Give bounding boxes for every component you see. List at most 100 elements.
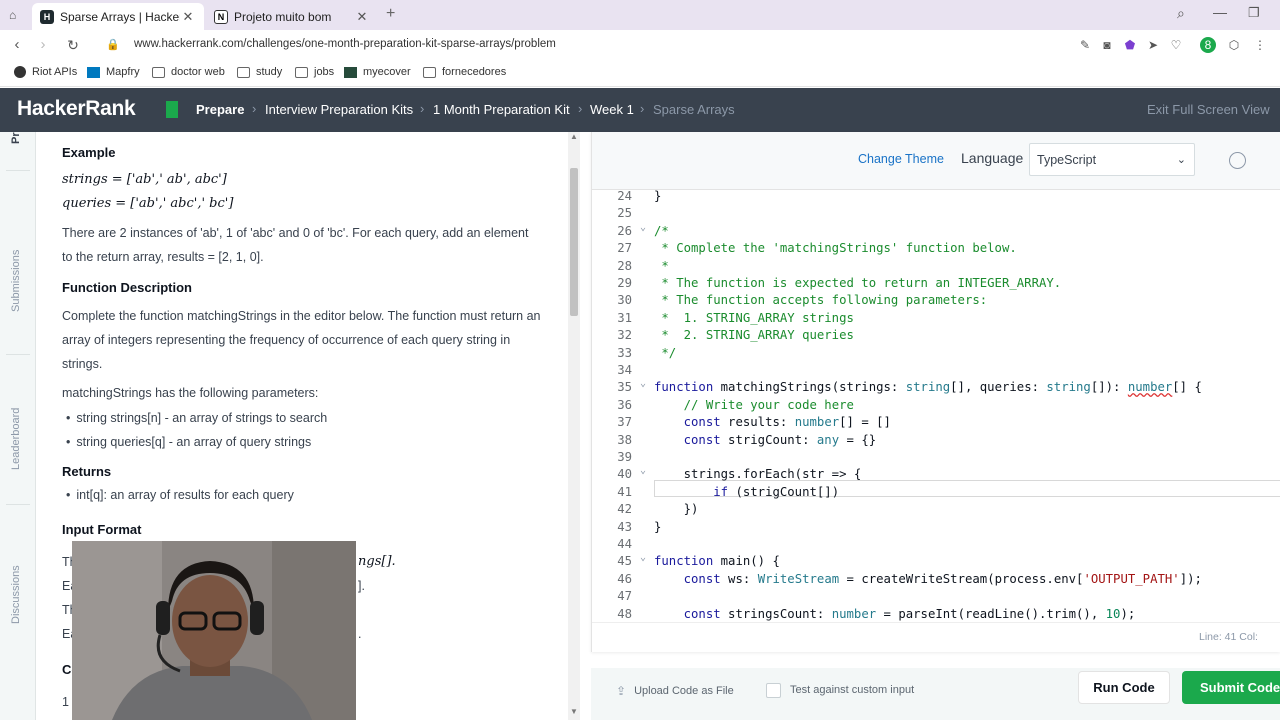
- line-number: 24: [617, 190, 632, 203]
- upload-code-link[interactable]: ⇪ Upload Code as File: [616, 684, 734, 698]
- strings-equation: strings = ['ab',' ab', abc']: [62, 172, 227, 187]
- fold-chevron-icon[interactable]: ⌄: [640, 378, 646, 389]
- fold-chevron-icon[interactable]: ⌄: [640, 222, 646, 233]
- upload-label: Upload Code as File: [634, 685, 734, 697]
- code-line[interactable]: }: [654, 520, 661, 534]
- url-input[interactable]: www.hackerrank.com/challenges/one-month-…: [134, 38, 556, 50]
- tab-projeto[interactable]: N Projeto muito bom ✕: [206, 3, 378, 30]
- extension-badge-icon[interactable]: 8: [1200, 37, 1216, 53]
- change-theme-link[interactable]: Change Theme: [858, 152, 944, 166]
- restore-icon[interactable]: ❐: [1248, 5, 1260, 21]
- forward-icon[interactable]: ›: [34, 36, 52, 54]
- line-number: 46: [617, 571, 632, 586]
- menu-icon[interactable]: ⋮: [1252, 37, 1268, 53]
- line-number: 33: [617, 345, 632, 360]
- custom-input-checkbox[interactable]: [766, 683, 781, 698]
- scrollbar-thumb[interactable]: [570, 168, 578, 316]
- close-tab-icon[interactable]: ✕: [354, 9, 370, 25]
- code-line[interactable]: }: [654, 190, 661, 203]
- code-line[interactable]: * 1. STRING_ARRAY strings: [654, 311, 854, 325]
- shield-icon[interactable]: ⬟: [1122, 37, 1138, 53]
- heart-icon[interactable]: ♡: [1168, 37, 1184, 53]
- function-description-heading: Function Description: [62, 280, 192, 295]
- line-number: 43: [617, 519, 632, 534]
- divider: [6, 170, 30, 171]
- run-code-button[interactable]: Run Code: [1078, 671, 1170, 704]
- scroll-down-icon[interactable]: ▼: [570, 707, 578, 716]
- exit-full-screen-link[interactable]: Exit Full Screen View: [1147, 102, 1270, 117]
- hackerrank-favicon-icon: H: [40, 9, 54, 24]
- trello-icon: [87, 66, 100, 78]
- code-line[interactable]: const strigCount: any = {}: [654, 433, 877, 447]
- history-icon[interactable]: [1229, 152, 1246, 169]
- instances-text-cont: to the return array, results = [2, 1, 0]…: [62, 250, 264, 264]
- bookmark-study[interactable]: study: [237, 66, 282, 78]
- search-tabs-icon[interactable]: ⌕: [1177, 5, 1185, 22]
- bookmark-riot-apis[interactable]: Riot APIs: [14, 66, 77, 78]
- breadcrumb-interview-kits[interactable]: Interview Preparation Kits: [265, 102, 413, 117]
- tab-discussions[interactable]: Discussions: [10, 565, 22, 624]
- line-number: 35: [617, 380, 632, 395]
- editor-status: Line: 41 Col:: [592, 622, 1280, 650]
- tab-title: Sparse Arrays | HackerRank: [60, 9, 180, 24]
- line-number: 36: [617, 397, 632, 412]
- tab-title: Projeto muito bom: [234, 9, 332, 24]
- hackerrank-logo[interactable]: HackerRank: [17, 97, 136, 121]
- line-number: 30: [617, 293, 632, 308]
- language-value: TypeScript: [1037, 153, 1097, 167]
- breadcrumb-week[interactable]: Week 1: [590, 102, 634, 117]
- bookmark-myecover[interactable]: myecover: [344, 66, 411, 78]
- divider: [6, 504, 30, 505]
- line-number: 34: [617, 363, 632, 377]
- edit-icon[interactable]: ✎: [1077, 37, 1093, 53]
- custom-input-label[interactable]: Test against custom input: [790, 684, 914, 696]
- new-tab-icon[interactable]: +: [386, 5, 395, 23]
- problem-scrollbar[interactable]: ▲ ▼: [568, 132, 580, 720]
- code-line[interactable]: strings.forEach(str => {: [654, 467, 862, 481]
- code-area[interactable]: 24} 25 26 ⌄ /* 27 * Complete the 'matchingStr…: [592, 190, 1280, 622]
- code-line[interactable]: if (strigCount[]): [654, 485, 839, 499]
- submit-code-button[interactable]: Submit Code: [1182, 671, 1280, 704]
- cube-icon[interactable]: ⬡: [1226, 37, 1242, 53]
- param-item: string strings[n] - an array of strings …: [66, 411, 327, 425]
- code-line[interactable]: /*: [654, 224, 669, 238]
- code-line[interactable]: const stringsCount: number = parseInt(re…: [654, 607, 1136, 621]
- bookmark-fornecedores[interactable]: fornecedores: [423, 66, 506, 78]
- camera-icon[interactable]: ◙: [1099, 37, 1115, 53]
- example-heading: Example: [62, 145, 116, 160]
- breadcrumb-month-kit[interactable]: 1 Month Preparation Kit: [433, 102, 570, 117]
- code-line[interactable]: function matchingStrings(strings: string…: [654, 380, 1202, 394]
- tab-submissions[interactable]: Submissions: [10, 250, 22, 312]
- code-line[interactable]: const ws: WriteStream = createWriteStrea…: [654, 572, 1202, 586]
- bookmark-mapfry[interactable]: Mapfry: [87, 66, 140, 78]
- line-number: 28: [617, 258, 632, 273]
- code-line[interactable]: * Complete the 'matchingStrings' functio…: [654, 241, 1016, 255]
- code-line[interactable]: }): [654, 502, 699, 516]
- code-line[interactable]: * The function accepts following paramet…: [654, 293, 987, 307]
- address-bar: ‹ › ↻ 🔒 www.hackerrank.com/challenges/on…: [0, 30, 1280, 60]
- breadcrumb-prepare[interactable]: Prepare: [196, 102, 244, 117]
- tab-leaderboard[interactable]: Leaderboard: [10, 408, 22, 470]
- input-format-right: .: [358, 627, 362, 641]
- browser-workspaces-icon[interactable]: ⌂: [9, 8, 16, 22]
- close-tab-icon[interactable]: ✕: [180, 9, 196, 25]
- language-select[interactable]: TypeScript ⌄: [1029, 143, 1195, 176]
- send-icon[interactable]: ➤: [1145, 37, 1161, 53]
- code-line[interactable]: * The function is expected to return an …: [654, 276, 1061, 290]
- code-line[interactable]: // Write your code here: [654, 398, 854, 412]
- code-line[interactable]: * 2. STRING_ARRAY queries: [654, 328, 854, 342]
- code-line[interactable]: const results: number[] = []: [654, 415, 891, 429]
- fold-chevron-icon[interactable]: ⌄: [640, 552, 646, 563]
- reload-icon[interactable]: ↻: [64, 36, 82, 54]
- tab-problem[interactable]: Pr: [10, 132, 22, 144]
- minimize-icon[interactable]: —: [1213, 4, 1227, 20]
- fold-chevron-icon[interactable]: ⌄: [640, 465, 646, 476]
- tab-sparse-arrays[interactable]: H Sparse Arrays | HackerRank ✕: [32, 3, 204, 30]
- code-line[interactable]: *: [654, 259, 668, 273]
- bookmark-jobs[interactable]: jobs: [295, 66, 334, 78]
- back-icon[interactable]: ‹: [8, 36, 26, 54]
- code-line[interactable]: function main() {: [654, 554, 780, 568]
- scroll-up-icon[interactable]: ▲: [570, 132, 578, 141]
- code-line[interactable]: */: [654, 346, 676, 360]
- bookmark-doctor-web[interactable]: doctor web: [152, 66, 225, 78]
